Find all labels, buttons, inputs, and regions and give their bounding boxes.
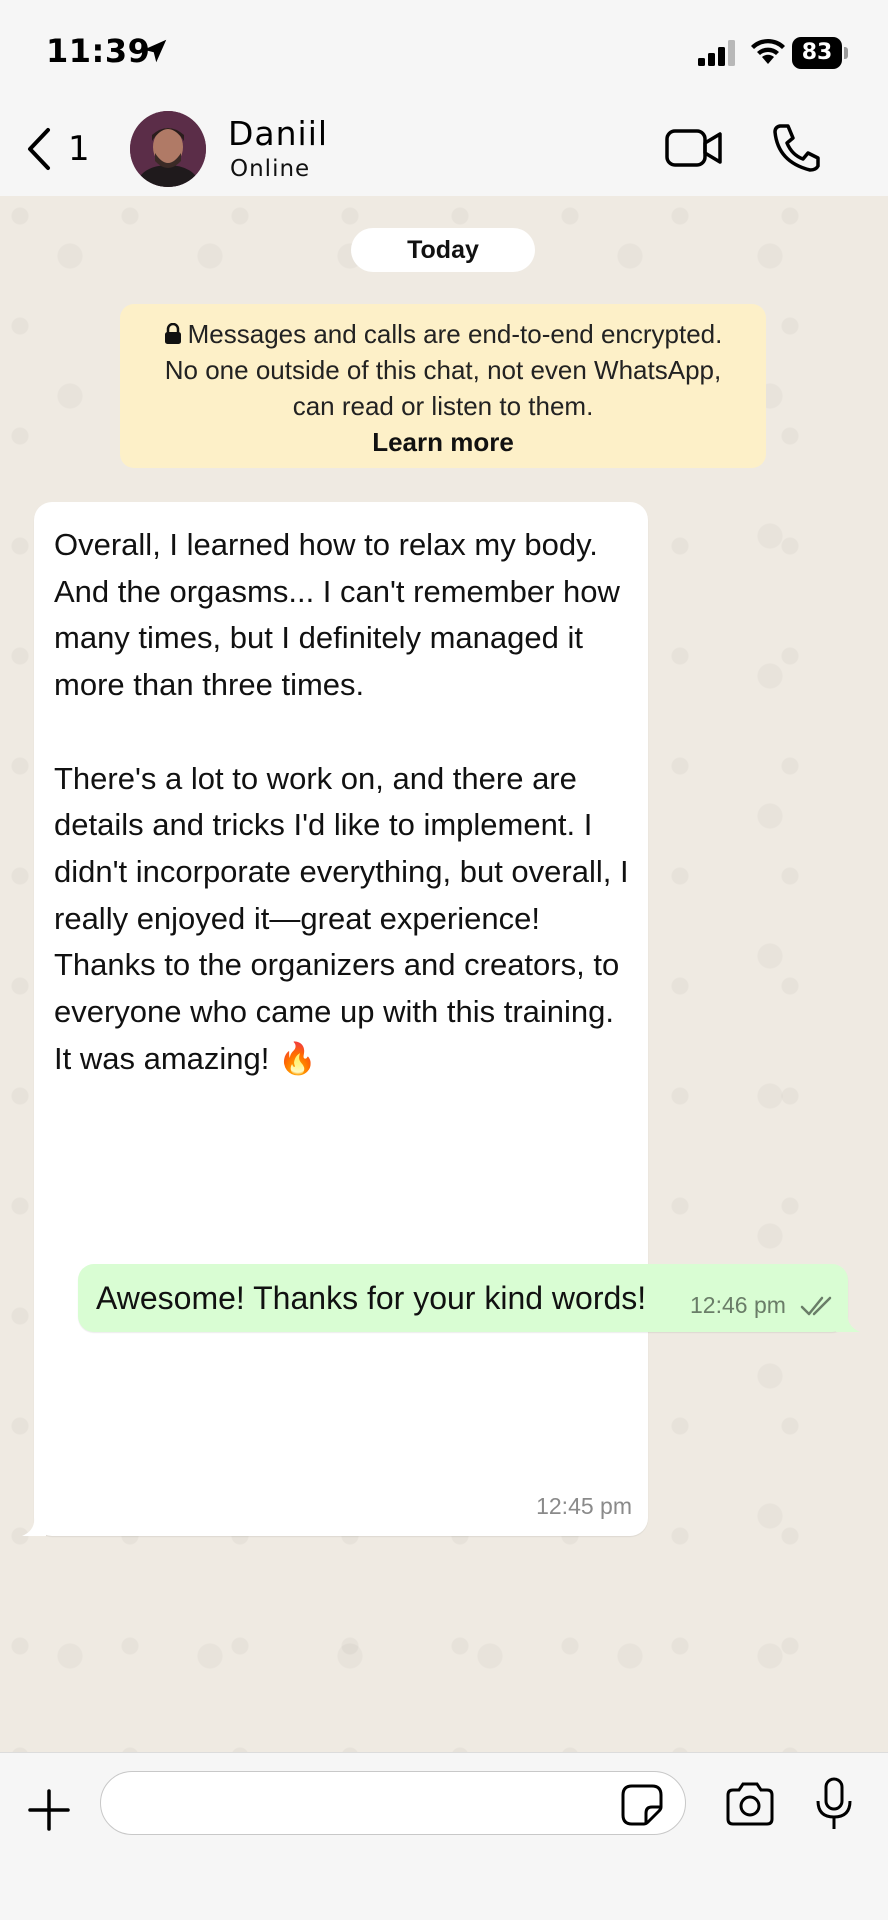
outgoing-message-time: 12:46 pm xyxy=(690,1292,786,1318)
learn-more-link[interactable]: Learn more xyxy=(120,424,766,460)
camera-icon[interactable] xyxy=(724,1781,776,1827)
contact-status: Online xyxy=(230,156,311,182)
bubble-tail xyxy=(22,1516,46,1536)
video-camera-icon[interactable] xyxy=(664,126,724,170)
status-time: 11:39 xyxy=(46,32,151,70)
incoming-message-text: Overall, I learned how to relax my body.… xyxy=(54,527,629,1076)
incoming-message[interactable]: Overall, I learned how to relax my body.… xyxy=(22,502,648,1536)
double-check-icon xyxy=(800,1296,832,1316)
contact-name[interactable]: Daniil xyxy=(228,114,328,153)
avatar-image xyxy=(130,111,206,187)
status-bar: 11:39 83 xyxy=(0,0,888,100)
chat-header: 1 Daniil Online xyxy=(0,100,888,196)
outgoing-message-text: Awesome! Thanks for your kind words! xyxy=(96,1280,647,1316)
encryption-notice[interactable]: Messages and calls are end-to-end encryp… xyxy=(120,304,766,468)
wifi-icon xyxy=(751,38,785,64)
outgoing-message[interactable]: Awesome! Thanks for your kind words! 12:… xyxy=(78,1264,860,1332)
unread-count: 1 xyxy=(68,129,90,169)
encryption-text-3: can read or listen to them. xyxy=(292,391,594,421)
date-chip: Today xyxy=(351,228,535,272)
bubble-tail xyxy=(836,1312,860,1332)
battery-tip xyxy=(844,47,848,59)
plus-icon[interactable] xyxy=(26,1787,72,1833)
sticker-icon[interactable] xyxy=(620,1783,664,1827)
encryption-text-2: No one outside of this chat, not even Wh… xyxy=(164,355,722,385)
cellular-signal-icon xyxy=(698,40,735,66)
chevron-left-icon xyxy=(28,128,50,170)
back-button[interactable]: 1 xyxy=(24,126,90,172)
incoming-message-time: 12:45 pm xyxy=(536,1493,632,1519)
encryption-text-1: Messages and calls are end-to-end encryp… xyxy=(187,319,723,349)
battery-level: 83 xyxy=(792,37,842,69)
location-arrow-icon xyxy=(143,39,167,63)
avatar[interactable] xyxy=(130,111,206,187)
encryption-line-1: Messages and calls are end-to-end encryp… xyxy=(120,316,766,352)
lock-icon xyxy=(164,323,181,344)
phone-icon[interactable] xyxy=(772,122,820,172)
message-input[interactable] xyxy=(100,1771,686,1835)
chat-area[interactable]: Today Messages and calls are end-to-end … xyxy=(0,196,888,1752)
input-bar xyxy=(0,1752,888,1920)
microphone-icon[interactable] xyxy=(814,1777,854,1831)
battery-icon: 83 xyxy=(792,37,848,69)
